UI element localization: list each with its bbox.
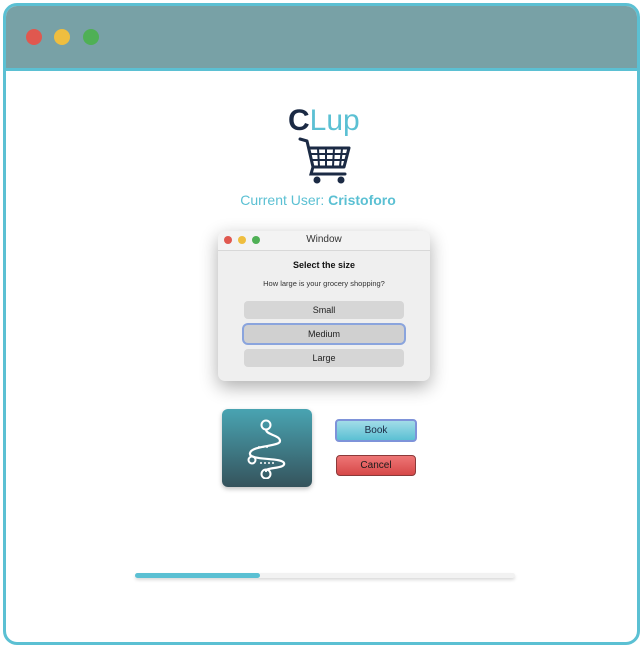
app-logo: CLup: [288, 104, 360, 138]
book-button[interactable]: Book: [335, 419, 417, 442]
dialog-title: Window: [306, 234, 342, 245]
current-user-label: Current User:: [240, 192, 329, 208]
dialog-titlebar[interactable]: Window: [218, 231, 430, 251]
route-tile[interactable]: [222, 409, 312, 487]
window-titlebar[interactable]: [6, 6, 637, 71]
size-large-button[interactable]: Large: [244, 349, 404, 367]
logo-text: Lup: [309, 104, 360, 137]
current-user-name: Cristoforo: [328, 192, 396, 208]
dialog-question: How large is your grocery shopping?: [263, 279, 385, 288]
size-small-button[interactable]: Small: [244, 301, 404, 319]
minimize-window-button[interactable]: [54, 29, 70, 45]
close-window-button[interactable]: [26, 29, 42, 45]
progress-bar: [135, 573, 515, 578]
shopping-cart-icon: [298, 137, 351, 184]
route-icon: [247, 419, 286, 479]
size-medium-button[interactable]: Medium: [244, 325, 404, 343]
logo-letter-c: C: [288, 104, 310, 137]
progress-fill: [135, 573, 261, 578]
size-dialog: Window Select the size How large is your…: [218, 231, 430, 381]
cancel-button[interactable]: Cancel: [336, 455, 416, 476]
dialog-heading: Select the size: [292, 260, 356, 270]
maximize-window-button[interactable]: [83, 29, 99, 45]
current-user-line: Current User: Cristoforo: [0, 192, 636, 208]
